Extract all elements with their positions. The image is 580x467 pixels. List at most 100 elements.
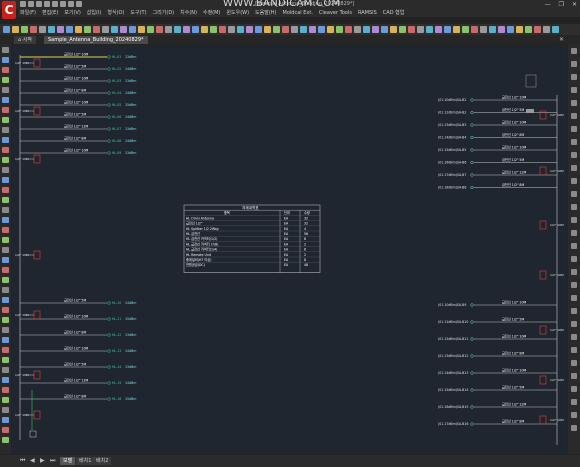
menu-item-4[interactable]: 형식(O) (107, 9, 124, 17)
draw-tool-icon[interactable] (2, 147, 9, 153)
view-tool-icon[interactable] (571, 334, 577, 340)
draw-tool-icon[interactable] (2, 417, 9, 423)
view-tool-icon[interactable] (571, 152, 577, 158)
draw-tool-icon[interactable] (2, 117, 9, 123)
menu-item-14[interactable]: CAD 협업 (383, 9, 405, 17)
draw-tool-icon[interactable] (2, 377, 9, 383)
draw-tool-icon[interactable] (2, 57, 9, 63)
prev-tab-icon[interactable]: ◀ (30, 457, 35, 464)
draw-tool-icon[interactable] (2, 357, 9, 363)
view-tool-icon[interactable] (571, 295, 577, 301)
toolbar-tool-icon[interactable] (381, 26, 388, 33)
view-tool-icon[interactable] (571, 178, 577, 184)
toolbar-tool-icon[interactable] (552, 26, 559, 33)
tab-start[interactable]: ⌂ 시작 (14, 36, 36, 44)
draw-tool-icon[interactable] (2, 367, 9, 373)
draw-tool-icon[interactable] (2, 167, 9, 173)
view-tool-icon[interactable] (571, 282, 577, 288)
toolbar-tool-icon[interactable] (543, 26, 550, 33)
draw-tool-icon[interactable] (2, 337, 9, 343)
toolbar-tool-icon[interactable] (84, 26, 91, 33)
toolbar-tool-icon[interactable] (219, 26, 226, 33)
toolbar-tool-icon[interactable] (327, 26, 334, 33)
toolbar-tool-icon[interactable] (255, 26, 262, 33)
toolbar-tool-icon[interactable] (318, 26, 325, 33)
view-tool-icon[interactable] (571, 412, 577, 418)
menu-item-10[interactable]: 도움말(H) (255, 9, 276, 17)
app-logo[interactable]: C (2, 1, 16, 19)
toolbar-tool-icon[interactable] (462, 26, 469, 33)
toolbar-tool-icon[interactable] (471, 26, 478, 33)
draw-tool-icon[interactable] (2, 137, 9, 143)
draw-tool-icon[interactable] (2, 427, 9, 433)
view-tool-icon[interactable] (571, 425, 577, 431)
view-tool-icon[interactable] (571, 256, 577, 262)
view-tool-icon[interactable] (571, 217, 577, 223)
toolbar-tool-icon[interactable] (156, 26, 163, 33)
toolbar-tool-icon[interactable] (444, 26, 451, 33)
menu-item-2[interactable]: 보기(V) (64, 9, 81, 17)
toolbar-tool-icon[interactable] (498, 26, 505, 33)
toolbar-tool-icon[interactable] (3, 26, 10, 33)
toolbar-tool-icon[interactable] (165, 26, 172, 33)
view-tool-icon[interactable] (571, 113, 577, 119)
toolbar-tool-icon[interactable] (435, 26, 442, 33)
toolbar-tool-icon[interactable] (345, 26, 352, 33)
toolbar-tool-icon[interactable] (228, 26, 235, 33)
view-tool-icon[interactable] (571, 230, 577, 236)
toolbar-tool-icon[interactable] (417, 26, 424, 33)
draw-tool-icon[interactable] (2, 437, 9, 443)
menu-item-12[interactable]: Cleaver Tools (319, 9, 352, 17)
toolbar-tool-icon[interactable] (147, 26, 154, 33)
last-tab-icon[interactable]: ⏭ (50, 457, 55, 465)
toolbar-tool-icon[interactable] (66, 26, 73, 33)
view-tool-icon[interactable] (571, 373, 577, 379)
toolbar-tool-icon[interactable] (12, 26, 19, 33)
draw-tool-icon[interactable] (2, 97, 9, 103)
drawing-canvas[interactable]: 급전선 1/2" 10M HL-01 13dBm 급전선 1/2" 5M HL-02 14… (12, 45, 567, 454)
toolbar-tool-icon[interactable] (210, 26, 217, 33)
toolbar-tool-icon[interactable] (480, 26, 487, 33)
tab-drawing[interactable]: Sample_Antenna_Building_20240829* (44, 36, 148, 44)
toolbar-tool-icon[interactable] (21, 26, 28, 33)
toolbar-tool-icon[interactable] (129, 26, 136, 33)
draw-tool-icon[interactable] (2, 277, 9, 283)
draw-tool-icon[interactable] (2, 197, 9, 203)
draw-tool-icon[interactable] (2, 177, 9, 183)
draw-tool-icon[interactable] (2, 127, 9, 133)
view-tool-icon[interactable] (571, 191, 577, 197)
draw-tool-icon[interactable] (2, 207, 9, 213)
toolbar-tool-icon[interactable] (282, 26, 289, 33)
toolbar-tool-icon[interactable] (183, 26, 190, 33)
menu-item-13[interactable]: RAMSIS (358, 9, 377, 17)
draw-tool-icon[interactable] (2, 217, 9, 223)
draw-tool-icon[interactable] (2, 397, 9, 403)
next-tab-icon[interactable]: ▶ (40, 457, 45, 464)
menu-item-6[interactable]: 그리기(D) (153, 9, 175, 17)
menu-item-11[interactable]: Moldcal Ext. (283, 9, 313, 17)
draw-tool-icon[interactable] (2, 297, 9, 303)
view-tool-icon[interactable] (571, 126, 577, 132)
view-tool-icon[interactable] (571, 74, 577, 80)
toolbar-tool-icon[interactable] (57, 26, 64, 33)
draw-tool-icon[interactable] (2, 77, 9, 83)
draw-tool-icon[interactable] (2, 407, 9, 413)
toolbar-tool-icon[interactable] (138, 26, 145, 33)
view-tool-icon[interactable] (571, 269, 577, 275)
draw-tool-icon[interactable] (2, 307, 9, 313)
draw-tool-icon[interactable] (2, 187, 9, 193)
draw-tool-icon[interactable] (2, 387, 9, 393)
menu-item-8[interactable]: 수정(M) (203, 9, 220, 17)
draw-tool-icon[interactable] (2, 107, 9, 113)
toolbar-tool-icon[interactable] (237, 26, 244, 33)
menu-item-9[interactable]: 윈도우(W) (226, 9, 249, 17)
quick-access-toolbar[interactable] (20, 1, 82, 8)
draw-tool-icon[interactable] (2, 67, 9, 73)
toolbar-tool-icon[interactable] (300, 26, 307, 33)
view-tool-icon[interactable] (571, 165, 577, 171)
toolbar-tool-icon[interactable] (525, 26, 532, 33)
toolbar-tool-icon[interactable] (291, 26, 298, 33)
toolbar-tool-icon[interactable] (426, 26, 433, 33)
draw-tool-icon[interactable] (2, 157, 9, 163)
toolbar-tool-icon[interactable] (453, 26, 460, 33)
